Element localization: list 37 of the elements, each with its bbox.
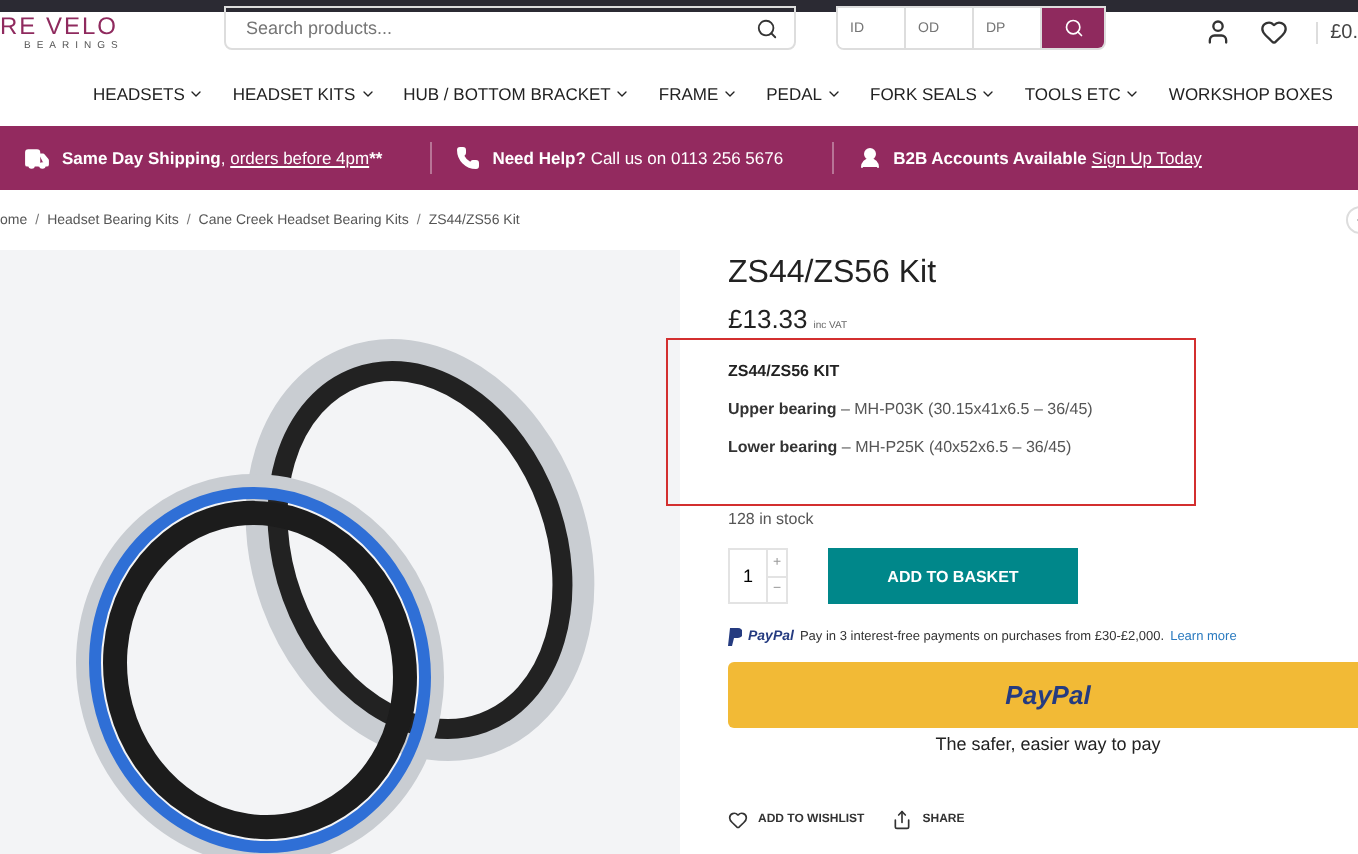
nav-item[interactable]: HEADSET KITS bbox=[232, 83, 376, 103]
nav-item[interactable]: HUB / BOTTOM BRACKET bbox=[403, 83, 631, 103]
spec-line: Upper bearing – MH-P03K (30.15x41x6.5 – 36/45) bbox=[728, 400, 1095, 418]
search-icon[interactable] bbox=[756, 17, 778, 39]
nav-item[interactable]: FRAME bbox=[658, 83, 739, 103]
spec-heading: ZS44/ZS56 KIT bbox=[728, 362, 842, 380]
nav-item[interactable]: FORK SEALS bbox=[870, 83, 997, 103]
stock-status: 128 in stock bbox=[728, 510, 814, 528]
info-link[interactable]: Sign Up Today bbox=[1091, 148, 1202, 168]
search-field[interactable]: Search products... bbox=[224, 6, 796, 50]
phone-icon bbox=[456, 146, 481, 170]
paypal-tagline: The safer, easier way to pay bbox=[933, 734, 1163, 754]
info-text: Need Help? Call us on 0113 256 5676 bbox=[492, 148, 784, 168]
search-button[interactable] bbox=[1042, 8, 1104, 48]
heart-icon[interactable] bbox=[1260, 18, 1289, 46]
nav-item[interactable]: TOOLS ETC bbox=[1024, 83, 1141, 103]
truck-icon bbox=[24, 145, 50, 171]
spec-line: Lower bearing – MH-P25K (40x52x6.5 – 36/45) bbox=[728, 438, 1074, 456]
info-link[interactable]: orders before 4pm bbox=[230, 148, 370, 168]
nav-item[interactable]: HEADSETS bbox=[93, 83, 205, 103]
user-icon[interactable] bbox=[1204, 18, 1233, 46]
nav-item[interactable]: WORKSHOP BOXES bbox=[1168, 83, 1333, 103]
info-text: B2B Accounts Available Sign Up Today bbox=[893, 148, 1202, 168]
product-title: ZS44/ZS56 Kit bbox=[728, 256, 937, 292]
logo-name[interactable]: RE VELO bbox=[0, 14, 119, 38]
search-icon bbox=[1063, 18, 1083, 38]
paypal-icon bbox=[728, 628, 742, 646]
heart-icon bbox=[728, 810, 748, 830]
paypal-button[interactable]: PayPal bbox=[728, 662, 1358, 728]
info-text: Same Day Shipping, orders before 4pm** bbox=[62, 148, 383, 168]
share-icon bbox=[892, 810, 913, 830]
search-input[interactable]: Search products... bbox=[242, 16, 756, 40]
price: £13.33 bbox=[728, 304, 808, 334]
person-icon bbox=[857, 146, 882, 170]
add-to-basket-button[interactable]: ADD TO BASKET bbox=[828, 548, 1078, 604]
cart-total[interactable]: £0. bbox=[1316, 21, 1358, 43]
nav-item[interactable]: PEDAL bbox=[766, 83, 842, 103]
